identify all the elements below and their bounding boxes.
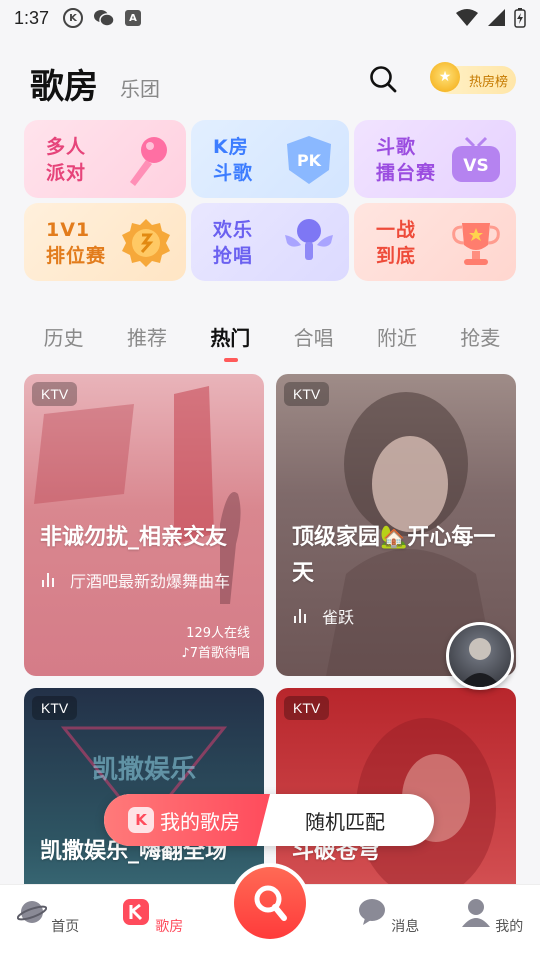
tab-nearby[interactable]: 附近	[355, 322, 438, 362]
k-room-icon	[122, 899, 149, 925]
svg-text:凯撒娱乐: 凯撒娱乐	[92, 755, 196, 785]
avatar[interactable]	[446, 622, 514, 690]
mode-label: 一战 到底	[376, 219, 417, 267]
svg-text:PK: PK	[297, 151, 322, 170]
tab-hot[interactable]: 热门	[189, 322, 272, 362]
winged-mic-icon	[285, 219, 333, 260]
mode-card-pk[interactable]: K房 斗歌 PK	[191, 120, 349, 198]
mode-card-party[interactable]: 多人 派对	[24, 120, 186, 198]
vs-tv-icon: VS	[452, 136, 500, 182]
hot-rank-label: 热房榜	[468, 74, 508, 90]
bottom-nav: 首页 歌房 消息 我的	[0, 863, 540, 960]
status-indicators	[456, 8, 526, 28]
room-action-bar: K 我的歌房 随机匹配	[104, 794, 434, 846]
nav-label: 消息	[391, 919, 420, 935]
room-song-name: 厅酒吧最新劲爆舞曲车	[70, 572, 231, 591]
my-room-label: 我的歌房	[160, 809, 240, 834]
nav-label: 首页	[51, 919, 80, 935]
room-queue-count: 7首歌待唱	[189, 646, 250, 661]
nav-home[interactable]: 首页	[8, 897, 88, 936]
ktv-badge: KTV	[284, 696, 330, 720]
mode-label: 斗歌 擂台赛	[376, 136, 437, 184]
nav-label: 我的	[495, 919, 524, 935]
tab-recommend[interactable]: 推荐	[105, 322, 188, 362]
mode-card-ranked[interactable]: 1V1 排位赛	[24, 203, 186, 281]
person-icon	[461, 899, 490, 927]
svg-text:VS: VS	[463, 156, 488, 176]
chat-bubble-icon	[358, 899, 385, 925]
microphone-icon	[130, 137, 167, 186]
planet-icon	[16, 901, 47, 923]
mode-grid: 多人 派对 K房 斗歌 PK 斗歌 擂台赛 VS 1V1 排位赛 欢乐 抢唱 一…	[24, 120, 516, 281]
room-now-playing: 厅酒吧最新劲爆舞曲车	[42, 568, 254, 592]
random-match-button[interactable]: 随机匹配	[270, 806, 434, 835]
room-song-name: 雀跃	[322, 608, 355, 627]
room-title: 顶级家园🏡开心每一天	[292, 525, 496, 586]
wifi-icon	[456, 9, 478, 26]
room-queue: ♪7首歌待唱	[181, 644, 250, 664]
signal-icon	[488, 9, 505, 26]
tab-grab-mic[interactable]: 抢麦	[439, 322, 522, 362]
pk-badge-icon: PK	[287, 136, 331, 184]
ktv-badge: KTV	[284, 382, 330, 406]
nav-messages[interactable]: 消息	[348, 897, 428, 936]
equalizer-icon	[42, 573, 58, 587]
tab-chorus[interactable]: 合唱	[272, 322, 355, 362]
k-room-icon: K	[128, 807, 154, 833]
page-header: 歌房 乐团 ★ 热房榜	[30, 54, 516, 104]
my-room-button[interactable]: K 我的歌房	[104, 794, 270, 846]
k-app-icon: K	[63, 8, 84, 28]
equalizer-icon	[294, 609, 310, 623]
mode-card-survival[interactable]: 一战 到底	[354, 203, 516, 281]
page-title[interactable]: 歌房	[30, 70, 98, 104]
status-time: 1:37	[14, 7, 50, 28]
status-bar: 1:37 K A	[0, 0, 540, 36]
battery-icon	[514, 8, 526, 28]
status-app-icons: K A	[63, 8, 142, 28]
rank-medal-icon	[122, 219, 170, 267]
avatar-image	[459, 638, 501, 687]
nav-label: 歌房	[155, 919, 184, 935]
hot-rank-button[interactable]: ★ 热房榜	[430, 62, 516, 94]
notification-app-icon: A	[125, 10, 142, 26]
crown-icon: ★	[430, 62, 460, 92]
room-title: 非诚勿扰_相亲交友	[40, 525, 228, 550]
ktv-badge: KTV	[32, 382, 78, 406]
room-stats: 129人在线 ♪7首歌待唱	[181, 624, 250, 664]
wechat-icon	[94, 10, 115, 27]
ktv-badge: KTV	[32, 696, 78, 720]
trophy-icon	[452, 223, 500, 265]
mode-card-battle[interactable]: 斗歌 擂台赛 VS	[354, 120, 516, 198]
nav-sing-button[interactable]	[230, 863, 310, 943]
sing-mic-icon	[254, 885, 287, 921]
room-card[interactable]: KTV 非诚勿扰_相亲交友 厅酒吧最新劲爆舞曲车 129人在线 ♪7首歌待唱	[24, 374, 264, 676]
mode-card-grab-sing[interactable]: 欢乐 抢唱	[191, 203, 349, 281]
nav-song-room[interactable]: 歌房	[112, 897, 192, 936]
room-online-count: 129人在线	[186, 626, 250, 641]
band-tab[interactable]: 乐团	[120, 73, 160, 102]
category-tabs: 历史 推荐 热门 合唱 附近 抢麦	[22, 322, 522, 362]
search-icon[interactable]	[368, 64, 398, 94]
music-note-icon: ♪	[181, 646, 190, 661]
nav-profile[interactable]: 我的	[452, 897, 532, 936]
mode-label: 1V1 排位赛	[46, 219, 107, 267]
mode-label: 多人 派对	[46, 136, 87, 184]
tab-history[interactable]: 历史	[22, 322, 105, 362]
